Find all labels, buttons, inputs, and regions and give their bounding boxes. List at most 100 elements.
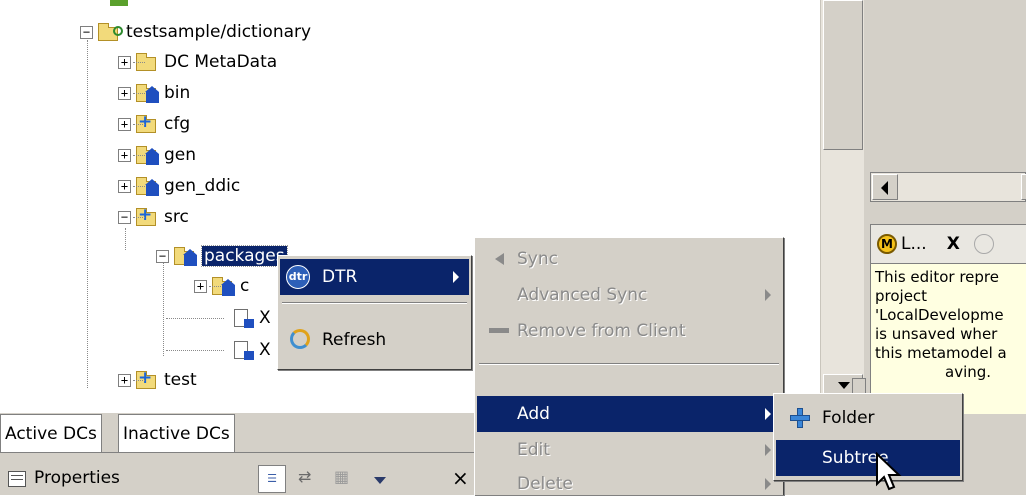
tree-label: src bbox=[164, 207, 189, 227]
submenu-arrow-icon bbox=[765, 408, 771, 420]
editor-description: This editor repre project 'LocalDevelopm… bbox=[870, 264, 1026, 414]
tree-line bbox=[87, 40, 88, 388]
tree-label: c bbox=[240, 276, 250, 296]
tree-label: gen_ddic bbox=[164, 176, 241, 196]
menu-label: Delete bbox=[517, 474, 573, 494]
tree-line bbox=[163, 260, 164, 356]
tree-label: X bbox=[259, 340, 271, 360]
editor-tab[interactable]: M L... X bbox=[870, 224, 1026, 264]
menu-label: Folder bbox=[822, 408, 875, 428]
expand-icon[interactable]: + bbox=[118, 117, 131, 131]
restore-icon[interactable]: ▦ bbox=[334, 467, 358, 491]
collapse-icon[interactable]: − bbox=[80, 25, 93, 39]
menu-item-edit[interactable]: Edit bbox=[477, 432, 781, 468]
tree-label-selected: packages bbox=[201, 245, 288, 267]
description-line: This editor repre bbox=[875, 268, 999, 286]
description-line: aving. bbox=[945, 363, 992, 381]
refresh-icon bbox=[290, 329, 310, 349]
tree-row-packages[interactable]: − packages bbox=[156, 242, 288, 270]
menu-label: Sync bbox=[517, 249, 558, 269]
expand-icon[interactable]: + bbox=[118, 55, 131, 69]
description-line: this metamodel a bbox=[875, 344, 1007, 362]
submenu-arrow-icon bbox=[765, 444, 771, 456]
horizontal-scrollbar[interactable] bbox=[870, 172, 1026, 202]
close-icon[interactable]: X bbox=[947, 234, 960, 254]
dtr-submenu: Sync Advanced Sync Remove from Client Ad… bbox=[474, 237, 784, 495]
tree-row-test[interactable]: + + test bbox=[118, 366, 197, 394]
menu-item-delete[interactable]: Delete bbox=[477, 466, 781, 502]
tree-label: cfg bbox=[164, 114, 191, 134]
menu-item-subtree[interactable]: Subtree bbox=[776, 440, 960, 476]
menu-item-remove-from-client[interactable]: Remove from Client bbox=[477, 313, 781, 349]
submenu-arrow-icon bbox=[765, 478, 771, 490]
menu-item-refresh[interactable]: Refresh bbox=[280, 322, 469, 358]
close-icon[interactable]: × bbox=[452, 466, 469, 490]
tab-active-dcs[interactable]: Active DCs bbox=[0, 414, 102, 452]
expand-icon[interactable]: + bbox=[118, 373, 131, 387]
metamodel-icon: M bbox=[877, 234, 897, 254]
project-icon bbox=[97, 22, 123, 42]
menu-label: Refresh bbox=[322, 330, 387, 350]
tree-row-bin[interactable]: + bin bbox=[118, 79, 190, 107]
filter-icon[interactable]: ⇄ bbox=[298, 467, 322, 491]
properties-icon bbox=[8, 471, 26, 487]
tree-scrollbar[interactable] bbox=[820, 0, 865, 412]
menu-item-add[interactable]: Add bbox=[477, 396, 781, 432]
tab-label: Active DCs bbox=[5, 423, 97, 444]
context-menu: dtr DTR Refresh bbox=[277, 255, 472, 370]
tree-row-x1[interactable]: X bbox=[226, 304, 271, 332]
description-line: 'LocalDevelopme bbox=[875, 306, 1004, 324]
inactive-tab-icon bbox=[973, 234, 994, 254]
menu-separator bbox=[479, 363, 779, 365]
tree-label: DC MetaData bbox=[164, 52, 278, 72]
collapse-icon[interactable]: − bbox=[156, 249, 169, 263]
dtr-icon-label: dtr bbox=[288, 270, 308, 283]
expand-icon[interactable]: + bbox=[118, 86, 131, 100]
dtr-icon: dtr bbox=[286, 265, 310, 289]
tree-row-c[interactable]: + c bbox=[194, 272, 249, 300]
menu-item-dtr[interactable]: dtr DTR bbox=[280, 259, 469, 295]
menu-label: Remove from Client bbox=[517, 321, 686, 341]
package-folder-icon bbox=[173, 246, 197, 266]
menu-item-advanced-sync[interactable]: Advanced Sync bbox=[477, 277, 781, 313]
scrollbar-thumb[interactable] bbox=[1021, 174, 1026, 200]
menu-item-sync[interactable]: Sync bbox=[477, 241, 781, 277]
tree-line bbox=[125, 228, 126, 250]
mouse-cursor-icon bbox=[876, 452, 902, 491]
tree-row-project[interactable]: − testsample/dictionary bbox=[80, 18, 311, 46]
add-submenu: Folder Subtree bbox=[773, 393, 963, 481]
submenu-arrow-icon bbox=[453, 271, 459, 283]
description-line: project bbox=[875, 287, 928, 305]
tree-row-cfg[interactable]: + + cfg bbox=[118, 110, 190, 138]
tree-label: bin bbox=[164, 83, 191, 103]
tree-row-gen[interactable]: + gen bbox=[118, 141, 196, 169]
tree-label: test bbox=[164, 370, 197, 390]
scrollbar-thumb[interactable] bbox=[823, 0, 863, 150]
menu-label: Advanced Sync bbox=[517, 285, 648, 305]
menu-item-folder[interactable]: Folder bbox=[776, 400, 960, 436]
metamodel-icon-letter: M bbox=[881, 237, 893, 251]
tab-inactive-dcs[interactable]: Inactive DCs bbox=[118, 414, 235, 452]
menu-separator bbox=[282, 302, 467, 304]
view-menu-icon[interactable] bbox=[374, 477, 386, 484]
expand-icon[interactable]: + bbox=[118, 179, 131, 193]
expand-icon[interactable]: + bbox=[118, 148, 131, 162]
categories-toggle-icon[interactable]: ☰ bbox=[258, 465, 286, 493]
expand-icon[interactable]: + bbox=[194, 279, 207, 293]
partial-icon bbox=[110, 0, 128, 6]
submenu-arrow-icon bbox=[765, 289, 771, 301]
tree-row-x2[interactable]: X bbox=[226, 336, 271, 364]
description-line: is unsaved wher bbox=[875, 325, 998, 343]
menu-label: Add bbox=[517, 404, 550, 424]
file-icon bbox=[230, 308, 254, 328]
editor-tab-label: L... bbox=[901, 234, 927, 254]
properties-title: Properties bbox=[34, 468, 120, 488]
file-icon bbox=[230, 340, 254, 360]
menu-label: DTR bbox=[322, 267, 358, 287]
sync-icon bbox=[495, 253, 504, 265]
tree-row-src[interactable]: − + src bbox=[118, 203, 189, 231]
collapse-icon[interactable]: − bbox=[118, 210, 131, 224]
remove-icon bbox=[489, 328, 509, 333]
scroll-left-button[interactable] bbox=[872, 174, 898, 200]
tree-label: gen bbox=[164, 145, 197, 165]
